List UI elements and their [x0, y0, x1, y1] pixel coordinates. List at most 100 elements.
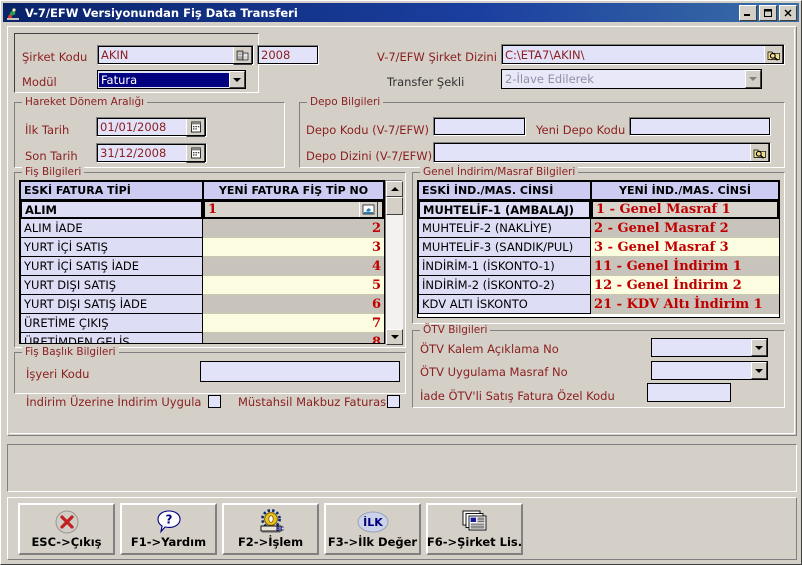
indirim-row-2-old: MUHTELİF-3 (SANDIK/PUL)	[418, 238, 592, 257]
table-row[interactable]: MUHTELİF-3 (SANDIK/PUL) 3 - Genel Masraf…	[418, 238, 779, 257]
son-tarih-field[interactable]: 31/12/2008	[96, 143, 207, 163]
svg-text:?: ?	[165, 513, 172, 527]
fis-row-4-old: YURT DIŞI SATIŞ	[20, 276, 203, 295]
fis-row-7-new[interactable]: 8	[203, 333, 384, 343]
chevron-down-icon[interactable]	[751, 339, 767, 356]
scroll-up-button[interactable]	[386, 181, 403, 197]
sirket-kodu-field[interactable]: AKIN	[97, 45, 254, 65]
fis-col1-header: ESKİ FATURA TİPİ	[20, 181, 203, 200]
fis-row-1-new[interactable]: 2	[203, 219, 384, 238]
f2-islem-label: F2->İşlem	[237, 535, 304, 549]
ilk-tarih-field[interactable]: 01/01/2008	[96, 117, 207, 137]
fis-row-2-old: YURT İÇİ SATIŞ	[20, 238, 203, 257]
f3-ilk-deger-label: F3->İlk Değer	[327, 535, 418, 549]
otv-iade-field[interactable]	[647, 383, 731, 402]
title-bar: V-7/EFW Versiyonundan Fiş Data Transferi	[3, 3, 799, 22]
indirim-row-0-old: MUHTELİF-1 (AMBALAJ)	[418, 200, 592, 219]
table-row[interactable]: MUHTELİF-1 (AMBALAJ) 1 - Genel Masraf 1	[418, 200, 779, 219]
modul-combobox[interactable]: Fatura	[97, 70, 246, 89]
table-row[interactable]: ALIM 1	[20, 200, 384, 219]
fis-row-2-new[interactable]: 3	[203, 238, 384, 257]
ilk-circle-icon: İLK	[356, 509, 390, 535]
fis-row-3-new[interactable]: 4	[203, 257, 384, 276]
esc-cikis-label: ESC->Çıkış	[31, 535, 102, 549]
lookup-list-icon[interactable]	[359, 202, 378, 217]
f1-yardim-label: F1->Yardım	[130, 535, 207, 549]
table-row[interactable]: MUHTELİF-2 (NAKLİYE) 2 - Genel Masraf 2	[418, 219, 779, 238]
fis-grid[interactable]: ESKİ FATURA TİPİ YENİ FATURA FİŞ TİP NO …	[19, 180, 385, 344]
table-row[interactable]: YURT DIŞI SATIŞ 5	[20, 276, 384, 295]
fis-bilgileri-caption: Fiş Bilgileri	[22, 166, 85, 178]
company-lookup-icon[interactable]	[233, 45, 252, 65]
table-row[interactable]: YURT DIŞI SATIŞ İADE 6	[20, 295, 384, 314]
son-tarih-label: Son Tarih	[25, 149, 78, 163]
f1-yardim-button[interactable]: ? F1->Yardım	[120, 503, 217, 555]
depo-kodu-field[interactable]	[433, 117, 526, 136]
application-window: V-7/EFW Versiyonundan Fiş Data Transferi…	[0, 0, 802, 565]
indirim-grid[interactable]: ESKİ İND./MAS. CİNSİ YENİ İND./MAS. CİNS…	[417, 180, 780, 318]
indirim-row-3-old: İNDİRİM-1 (İSKONTO-1)	[418, 257, 592, 276]
scrollbar-track[interactable]	[386, 197, 403, 329]
sirket-dizini-field[interactable]: C:\ETA7\AKIN\	[501, 44, 785, 65]
depo-bilgileri-caption: Depo Bilgileri	[307, 96, 384, 108]
calendar-icon[interactable]	[186, 117, 205, 137]
modul-value: Fatura	[99, 72, 229, 87]
mustahsil-checkbox[interactable]	[387, 395, 400, 408]
chevron-down-icon[interactable]	[229, 71, 245, 88]
sirket-kodu-value: AKIN	[101, 48, 129, 62]
indirim-row-1-new[interactable]: 2 - Genel Masraf 2	[591, 219, 779, 238]
yeni-depo-kodu-field[interactable]	[629, 117, 771, 136]
close-button[interactable]	[779, 5, 797, 21]
table-row[interactable]: İNDİRİM-2 (İSKONTO-2) 12 - Genel İndirim…	[418, 276, 779, 295]
chevron-down-icon[interactable]	[759, 202, 774, 217]
fis-row-6-new[interactable]: 7	[203, 314, 384, 333]
table-row[interactable]: KDV ALTI İSKONTO 21 - KDV Altı İndirim 1	[418, 295, 779, 314]
scrollbar-thumb[interactable]	[386, 197, 403, 215]
gear-process-icon: BC	[257, 509, 285, 535]
sirket-yil-field[interactable]: 2008	[257, 45, 319, 65]
indirim-row-0-new[interactable]: 1 - Genel Masraf 1	[591, 200, 779, 219]
calendar-icon[interactable]	[186, 143, 205, 163]
indirim-uzerine-checkbox[interactable]	[208, 395, 221, 408]
table-row[interactable]: YURT İÇİ SATIŞ 3	[20, 238, 384, 257]
folder-browse-icon[interactable]	[750, 143, 769, 162]
otv-kalem-label: ÖTV Kalem Açıklama No	[420, 342, 559, 356]
fis-row-5-new[interactable]: 6	[203, 295, 384, 314]
fis-row-7-old: ÜRETİMDEN GELİŞ	[20, 333, 203, 343]
transfer-sekli-combobox[interactable]: 2-İlave Edilerek	[501, 69, 762, 89]
esc-cikis-button[interactable]: ESC->Çıkış	[18, 503, 115, 555]
isyeri-kodu-field[interactable]	[200, 361, 400, 382]
indirim-row-2-new[interactable]: 3 - Genel Masraf 3	[591, 238, 779, 257]
ilk-tarih-value: 01/01/2008	[100, 120, 167, 134]
fis-grid-scrollbar[interactable]	[385, 180, 403, 345]
fis-row-4-new[interactable]: 5	[203, 276, 384, 295]
indirim-grid-header: ESKİ İND./MAS. CİNSİ YENİ İND./MAS. CİNS…	[418, 181, 779, 200]
table-row[interactable]: ÜRETİMDEN GELİŞ 8	[20, 333, 384, 343]
sirket-kodu-label: Şirket Kodu	[22, 50, 88, 64]
sirket-dizini-label: V-7/EFW Şirket Dizini	[377, 50, 497, 64]
folder-browse-icon[interactable]	[764, 45, 783, 64]
depo-dizini-field[interactable]	[433, 142, 771, 163]
indirim-row-3-new[interactable]: 11 - Genel İndirim 1	[591, 257, 779, 276]
otv-iade-label: İade ÖTV'li Satış Fatura Özel Kodu	[420, 389, 615, 403]
chevron-down-icon[interactable]	[751, 362, 767, 379]
table-row[interactable]: İNDİRİM-1 (İSKONTO-1) 11 - Genel İndirim…	[418, 257, 779, 276]
maximize-button[interactable]	[759, 5, 777, 21]
f2-islem-button[interactable]: BC F2->İşlem	[222, 503, 319, 555]
scroll-down-button[interactable]	[386, 329, 403, 345]
fis-row-0-new[interactable]: 1	[203, 200, 384, 219]
f6-sirket-lis-button[interactable]: F6->Şirket Lis.	[426, 503, 523, 555]
yeni-depo-kodu-label: Yeni Depo Kodu	[536, 123, 626, 137]
genel-indirim-caption: Genel İndirim/Masraf Bilgileri	[420, 166, 579, 178]
table-row[interactable]: YURT İÇİ SATIŞ İADE 4	[20, 257, 384, 276]
isyeri-kodu-label: İşyeri Kodu	[26, 367, 90, 381]
minimize-button[interactable]	[739, 5, 757, 21]
table-row[interactable]: ÜRETİME ÇIKIŞ 7	[20, 314, 384, 333]
company-list-icon	[461, 509, 489, 535]
f3-ilk-deger-button[interactable]: İLK F3->İlk Değer	[324, 503, 421, 555]
otv-uygulama-combobox[interactable]	[651, 361, 768, 380]
indirim-row-4-new[interactable]: 12 - Genel İndirim 2	[591, 276, 779, 295]
table-row[interactable]: ALIM İADE 2	[20, 219, 384, 238]
otv-kalem-combobox[interactable]	[651, 338, 768, 357]
indirim-row-5-new[interactable]: 21 - KDV Altı İndirim 1	[591, 295, 779, 314]
